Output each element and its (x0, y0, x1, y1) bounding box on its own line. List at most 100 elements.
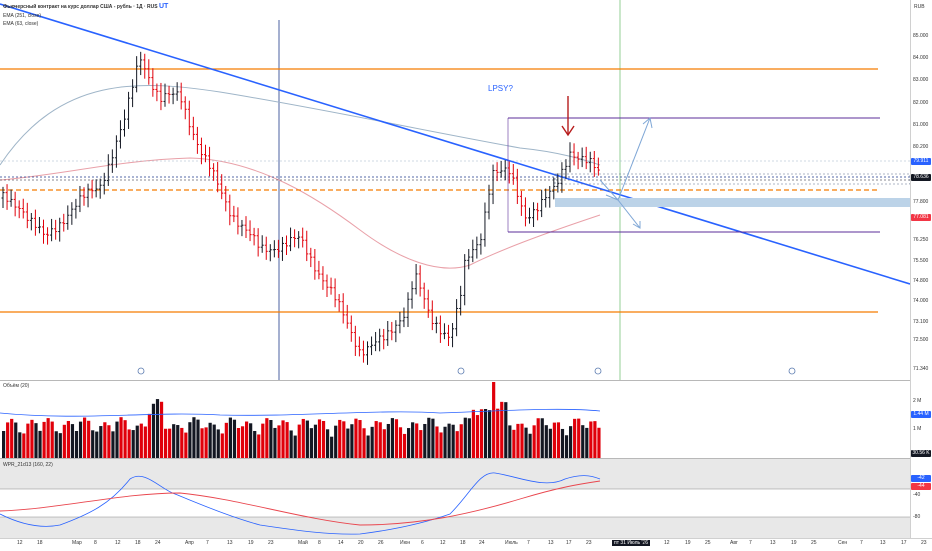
price-axis-label: 73.100 (913, 319, 929, 325)
volume-bar (131, 430, 135, 459)
time-axis-label: Июн (400, 540, 411, 546)
time-axis-label: 18 (135, 540, 141, 546)
volume-bar (427, 417, 431, 459)
volume-bar (317, 419, 322, 459)
price-axis-label: 84.000 (913, 55, 929, 61)
volume-chart[interactable] (0, 381, 910, 459)
volume-bar (196, 419, 200, 459)
volume-bar (87, 420, 91, 459)
wpr-pane[interactable] (0, 458, 910, 539)
volume-bar (346, 428, 350, 459)
volume-bar (467, 418, 471, 459)
volume-bar (224, 422, 228, 459)
wpr-chart[interactable] (0, 459, 910, 539)
time-axis-label: 17 (901, 540, 907, 546)
lpsy-annotation[interactable]: LPSY? (488, 84, 513, 93)
volume-bar (66, 420, 70, 459)
time-axis-label: 24 (155, 540, 161, 546)
wpr-legend[interactable]: WPR_21d13 (160, 22) (3, 462, 53, 468)
volume-bar (91, 430, 95, 459)
volume-bar (560, 428, 565, 459)
price-axis-label: 77.800 (913, 199, 929, 205)
time-axis-label: Сен (838, 540, 848, 546)
volume-bar (2, 431, 6, 459)
volume-bar (58, 433, 62, 459)
volume-bar (180, 427, 184, 459)
volume-bar (483, 409, 488, 459)
wpr-tag-1: -42 (911, 475, 931, 482)
volume-bar (261, 423, 265, 459)
volume-bar (305, 420, 309, 459)
volume-bar (127, 429, 131, 459)
volume-bar (99, 426, 103, 459)
volume-bar (285, 422, 289, 459)
price-pane[interactable] (0, 0, 910, 380)
volume-bar (159, 401, 164, 459)
volume-bar (451, 424, 455, 459)
volume-bar (520, 423, 524, 459)
ema-63-line (0, 157, 601, 269)
ema-63-legend[interactable]: EMA (63, close) (3, 21, 38, 27)
price-tag-last: 78.636 (911, 174, 931, 181)
volume-bar (257, 434, 261, 459)
volume-bar (103, 422, 107, 459)
ema-251-legend[interactable]: EMA (251, close) (3, 13, 41, 19)
volume-bar (269, 420, 273, 459)
symbol-title: Фьючерсный контракт на курс доллар США -… (3, 4, 158, 10)
time-axis-label: 19 (248, 540, 254, 546)
volume-bar (18, 432, 22, 459)
projection-arrowhead (642, 117, 653, 129)
volume-bar (188, 422, 192, 459)
volume-bar (139, 423, 143, 459)
volume-bar (431, 418, 435, 459)
event-marker-icon (788, 367, 796, 375)
volume-bar (471, 409, 475, 459)
time-axis-label: 13 (770, 540, 776, 546)
time-axis-label: 7 (749, 540, 752, 546)
volume-bar (245, 421, 249, 459)
price-axis-label: 74.800 (913, 278, 929, 284)
price-chart[interactable] (0, 0, 910, 380)
volume-bar (362, 428, 366, 459)
volume-bar (70, 424, 75, 459)
volume-bar (34, 423, 38, 459)
time-axis-label: 13 (880, 540, 886, 546)
volume-bar (342, 421, 346, 459)
volume-bar (289, 430, 293, 459)
volume-bar (338, 419, 342, 459)
time-axis-label: Июль (505, 540, 518, 546)
volume-bar (536, 418, 540, 459)
volume-bar (30, 419, 34, 459)
volume-bar (281, 420, 285, 459)
vol-tag-last: 30.56 K (911, 450, 931, 457)
time-axis-label: Апр (185, 540, 194, 546)
volume-bar (552, 422, 556, 459)
volume-bar (14, 422, 18, 459)
volume-legend[interactable]: Объём (20) (3, 383, 29, 389)
volume-bar (151, 403, 156, 459)
volume-bar (119, 417, 123, 459)
volume-bar (419, 430, 423, 459)
volume-bar (386, 423, 390, 459)
volume-bar (164, 428, 168, 459)
volume-bar (95, 431, 99, 459)
time-axis-label: 23 (268, 540, 274, 546)
volume-bar (78, 421, 83, 459)
price-axis-label: 71.340 (913, 366, 929, 372)
volume-bar (212, 424, 216, 459)
volume-bar (439, 432, 443, 459)
volume-bar (313, 424, 318, 459)
volume-bar (455, 431, 459, 459)
volume-bar (585, 427, 589, 459)
title-suffix: UT (159, 3, 169, 10)
price-axis-label: 80.200 (913, 144, 929, 150)
price-axis-label: 76.250 (913, 237, 929, 243)
volume-pane[interactable] (0, 380, 910, 459)
volume-bar (532, 425, 536, 459)
volume-bar (330, 436, 334, 459)
price-tag-ema63: 77.081 (911, 214, 931, 221)
time-axis-label: 12 (17, 540, 23, 546)
time-axis-label: 13 (548, 540, 554, 546)
volume-bar (382, 429, 386, 459)
time-axis-label: 25 (811, 540, 817, 546)
